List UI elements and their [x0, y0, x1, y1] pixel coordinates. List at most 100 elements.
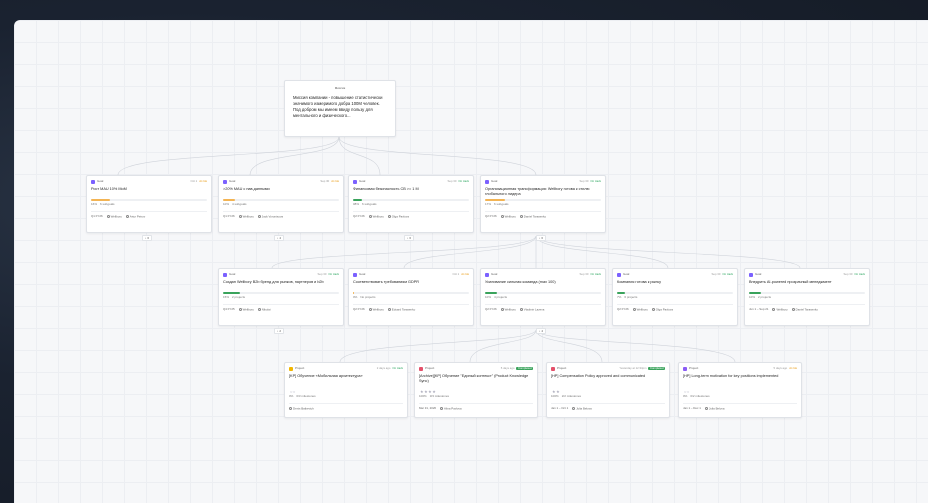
due-date: Sep 30: [843, 271, 853, 276]
status-badge: Completed: [648, 365, 665, 371]
progress-text: 100%: [551, 394, 559, 398]
status-badge: On track: [392, 365, 403, 370]
goal-tree-canvas[interactable]: [14, 20, 928, 503]
progress-fill: [749, 292, 761, 294]
subgoals-count: 6 subgoals: [100, 202, 115, 206]
org: Wellbory: [238, 214, 254, 219]
subgoals-count: 2 projects: [758, 295, 772, 299]
user-icon: [257, 307, 261, 311]
user-icon: [125, 214, 129, 218]
project-title: [Archive][KP] Обучение "Единый контекст"…: [419, 374, 529, 383]
milestones-count: 2/2 milestones: [561, 394, 582, 398]
period: Jan 1 – Dec 1: [683, 405, 701, 410]
mission-card[interactable]: Миссия Миссия компании - повышение стати…: [284, 80, 396, 137]
card-header: Goal Sep 30 On track: [613, 269, 737, 277]
project-icon: [551, 366, 555, 371]
org: Wellbory: [500, 214, 516, 219]
user-icon: [289, 406, 292, 410]
goal-card[interactable]: Goal Oct 1 At risk Рост MAU 10% MoM 16% 6 sub…: [86, 175, 212, 233]
org-icon: [106, 214, 110, 218]
type-wrap: Goal: [749, 272, 761, 277]
type-label: Project: [295, 365, 305, 370]
status-badge: On track: [458, 178, 469, 183]
mission-text: Миссия компании - повышение статистическ…: [293, 94, 383, 119]
org-icon: [500, 307, 504, 311]
goal-icon: [485, 272, 489, 277]
header-meta: Oct 1 At risk: [453, 271, 469, 276]
progress-text: 15%: [223, 295, 230, 299]
subgoals-count: 6 subgoals: [362, 202, 377, 206]
type-wrap: Goal: [223, 179, 235, 184]
expand-children-button[interactable]: ↓ 6: [142, 235, 153, 241]
goal-icon: [353, 179, 357, 184]
header-meta: Sep 30 On track: [580, 272, 601, 276]
card-header: Project 2 days ago On track: [285, 363, 407, 371]
org: Wellbory: [238, 307, 254, 312]
user-icon: [440, 406, 444, 410]
type-wrap: Goal: [617, 272, 629, 277]
due-date: Oct 1: [190, 178, 198, 183]
goal-icon: [91, 179, 95, 184]
progress-fill: [485, 199, 505, 201]
goal-card[interactable]: Goal Sep 30 On track Усиливание сильная ком…: [480, 268, 606, 326]
milestone-dots: ○○: [684, 389, 690, 394]
expand-children-button[interactable]: ↓ 6: [404, 235, 415, 241]
type-label: Goal: [491, 271, 498, 276]
card-footer: Q2 FY26 Wellbory Olga Pavlova: [349, 212, 473, 222]
progress-meta: 16% 6 subgoals: [87, 201, 211, 207]
owner: Vladimir Lazeva: [519, 307, 544, 312]
expand-children-button[interactable]: ↓ 2: [274, 328, 285, 334]
card-footer: Q2 FY26 Wellbory Vladimir Lazeva: [481, 305, 605, 315]
header-meta: Sep 30 At risk: [320, 179, 339, 183]
org: Wellbory: [632, 307, 648, 312]
org-icon: [500, 214, 504, 218]
period: Q2 FY26: [485, 306, 497, 311]
goal-card[interactable]: Goal Sep 30 On track Создан Wellbory B2b бр…: [218, 268, 344, 326]
progress-fill: [223, 199, 235, 201]
goal-card[interactable]: Goal Sep 30 On track Финансовая безопасност…: [348, 175, 474, 233]
subgoals-count: 4 subgoals: [232, 202, 247, 206]
goal-icon: [617, 272, 621, 277]
user-icon: [704, 406, 708, 410]
goal-card[interactable]: Goal Oct 1 At risk Соответствовать требован…: [348, 268, 474, 326]
goal-card[interactable]: Goal Sep 30 On track Компания готова к рынк…: [612, 268, 738, 326]
project-card[interactable]: Project 2 days ago On track [KP] Обучение «…: [284, 362, 408, 418]
progress-meta: 100% 3/3 milestones: [415, 393, 537, 399]
progress-bar: [223, 199, 339, 201]
card-footer: Denis Batkevich: [285, 404, 407, 414]
card-footer: Q2 FY26 Wellbory Daniel Tarasenko: [481, 212, 605, 222]
period: Q2 FY26: [353, 213, 365, 218]
progress-text: 10%: [485, 295, 492, 299]
expand-children-button[interactable]: ↓ 6: [536, 235, 547, 241]
card-header: Goal Oct 1 At risk: [87, 176, 211, 184]
goal-title: Компания готова к рынку: [617, 280, 661, 284]
card-header: Project 5 days ago Completed: [415, 363, 537, 371]
owner: Julia Belova: [572, 406, 592, 411]
user-icon: [387, 307, 391, 311]
project-card[interactable]: Project 5 days ago Completed [Archive][KP] …: [414, 362, 538, 418]
progress-text: 08%: [353, 202, 360, 206]
expand-children-button[interactable]: ↓ 4: [274, 235, 285, 241]
expand-children-button[interactable]: ↓ 4: [536, 328, 547, 334]
type-label: Goal: [359, 178, 366, 183]
status-badge: At risk: [461, 271, 469, 276]
owner: Nikolai: [257, 307, 270, 312]
progress-bar: [485, 199, 601, 201]
user-icon: [519, 214, 523, 218]
card-header: Goal Sep 30 At risk: [219, 176, 343, 184]
progress-text: 10%: [223, 202, 230, 206]
progress-meta: 7% 6 projects: [613, 294, 737, 300]
card-footer: Q2 FY26 Wellbory Eduard Tarasenko: [349, 305, 473, 315]
goal-card[interactable]: Goal Sep 30 On track Организационная трансф…: [480, 175, 606, 233]
progress-text: 16%: [91, 202, 98, 206]
project-card[interactable]: Project Yesterday at 12:34pm Completed [HP]…: [546, 362, 670, 418]
project-card[interactable]: Project 5 days ago At risk [HP] Long-term m…: [678, 362, 802, 418]
goal-icon: [353, 272, 357, 277]
due-date: Sep 30: [579, 178, 589, 183]
goal-card[interactable]: Goal Sep 30 On track Внедрить AI-powered пр…: [744, 268, 870, 326]
updated-ago: Yesterday at 12:34pm: [619, 365, 647, 370]
progress-text: 0%: [353, 295, 358, 299]
period: Mar 31, 2026: [419, 405, 437, 410]
progress-meta: 0% 0/2 milestones: [679, 393, 801, 399]
goal-card[interactable]: Goal Sep 30 At risk >20% MAU с нав.данными 1…: [218, 175, 344, 233]
